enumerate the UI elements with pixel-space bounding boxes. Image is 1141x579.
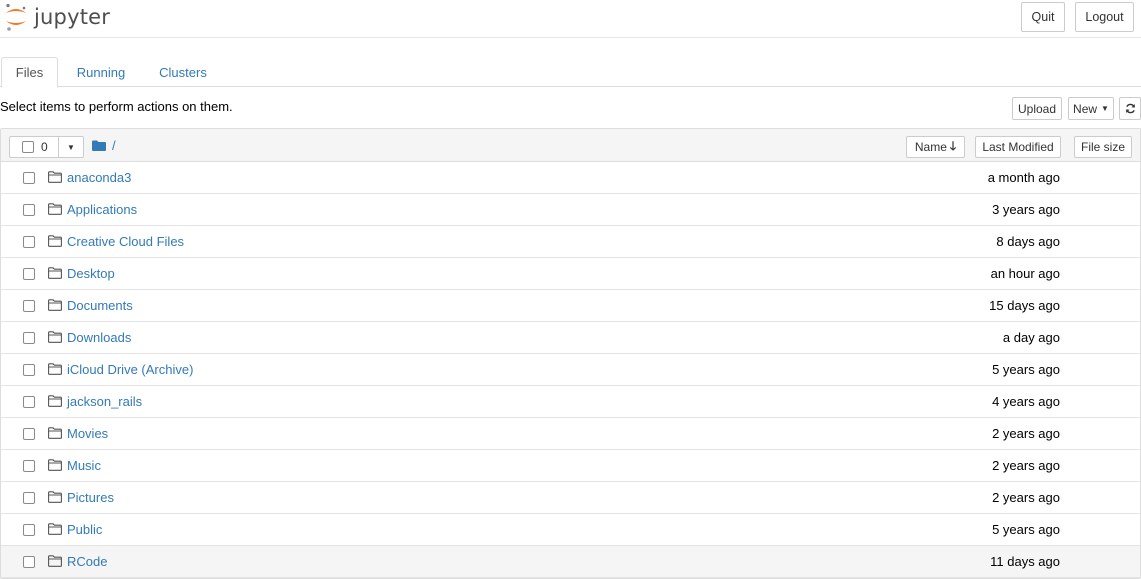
item-modified: 5 years ago <box>992 522 1060 537</box>
list-item[interactable]: jackson_rails 4 years ago <box>1 386 1140 418</box>
row-checkbox[interactable] <box>23 364 35 376</box>
item-name-link[interactable]: Music <box>67 458 101 473</box>
folder-icon <box>48 523 62 538</box>
breadcrumb-root[interactable]: / <box>112 138 116 153</box>
tab-running[interactable]: Running <box>66 57 136 87</box>
quit-button[interactable]: Quit <box>1021 2 1065 32</box>
folder-icon <box>48 299 62 314</box>
selection-hint: Select items to perform actions on them. <box>0 99 233 114</box>
folder-icon <box>48 459 62 474</box>
item-modified: 11 days ago <box>990 554 1060 569</box>
folder-icon <box>48 363 62 378</box>
item-name-link[interactable]: Pictures <box>67 490 114 505</box>
list-item[interactable]: RCode 11 days ago <box>1 546 1140 578</box>
row-checkbox[interactable] <box>23 204 35 216</box>
row-checkbox[interactable] <box>23 396 35 408</box>
item-modified: a month ago <box>987 170 1060 185</box>
item-modified: 2 years ago <box>992 426 1060 441</box>
item-name-link[interactable]: Desktop <box>67 266 115 281</box>
folder-icon <box>48 427 62 442</box>
item-name-link[interactable]: Documents <box>67 298 133 313</box>
refresh-button[interactable] <box>1119 97 1141 120</box>
select-all-checkbox[interactable] <box>22 141 34 153</box>
tab-files[interactable]: Files <box>1 57 58 88</box>
row-checkbox[interactable] <box>23 492 35 504</box>
folder-icon <box>48 395 62 410</box>
list-item[interactable]: Movies 2 years ago <box>1 418 1140 450</box>
item-modified: 4 years ago <box>992 394 1060 409</box>
row-checkbox[interactable] <box>23 268 35 280</box>
list-item[interactable]: iCloud Drive (Archive) 5 years ago <box>1 354 1140 386</box>
item-name-link[interactable]: jackson_rails <box>67 394 142 409</box>
item-modified: an hour ago <box>990 266 1060 281</box>
new-dropdown-button[interactable]: New ▼ <box>1068 97 1114 120</box>
file-list: 0 ▼ / Name 🡓 Last Modified File size ana… <box>0 128 1141 579</box>
item-name-link[interactable]: Downloads <box>67 330 131 345</box>
item-name-link[interactable]: RCode <box>67 554 107 569</box>
folder-icon <box>92 140 106 151</box>
select-all-group: 0 ▼ <box>9 136 84 158</box>
caret-down-icon: ▼ <box>1101 104 1109 113</box>
select-all-toggle[interactable]: 0 <box>10 137 59 157</box>
folder-icon <box>48 171 62 186</box>
select-menu-dropdown[interactable]: ▼ <box>59 137 83 157</box>
item-modified: 15 days ago <box>989 298 1060 313</box>
sort-name-button[interactable]: Name 🡓 <box>906 136 965 158</box>
list-item[interactable]: Music 2 years ago <box>1 450 1140 482</box>
jupyter-logo-icon <box>6 3 26 31</box>
row-checkbox[interactable] <box>23 172 35 184</box>
row-checkbox[interactable] <box>23 524 35 536</box>
item-name-link[interactable]: Applications <box>67 202 137 217</box>
row-checkbox[interactable] <box>23 300 35 312</box>
folder-icon <box>48 203 62 218</box>
folder-icon <box>48 235 62 250</box>
item-name-link[interactable]: anaconda3 <box>67 170 131 185</box>
folder-icon <box>48 491 62 506</box>
item-name-link[interactable]: Creative Cloud Files <box>67 234 184 249</box>
row-checkbox[interactable] <box>23 460 35 472</box>
tab-bar: Files Running Clusters <box>0 57 1141 88</box>
item-modified: 8 days ago <box>996 234 1060 249</box>
item-modified: 3 years ago <box>992 202 1060 217</box>
arrow-down-icon: 🡓 <box>949 138 957 153</box>
row-checkbox[interactable] <box>23 236 35 248</box>
sort-name-label: Name <box>914 140 947 154</box>
file-list-header: 0 ▼ / Name 🡓 Last Modified File size <box>1 129 1140 162</box>
sort-modified-button[interactable]: Last Modified <box>975 136 1061 158</box>
row-checkbox[interactable] <box>23 556 35 568</box>
new-label: New <box>1073 101 1098 116</box>
item-modified: 2 years ago <box>992 458 1060 473</box>
caret-down-icon: ▼ <box>67 142 75 152</box>
tab-clusters[interactable]: Clusters <box>150 57 216 87</box>
folder-icon <box>48 331 62 346</box>
upload-button[interactable]: Upload <box>1012 97 1062 120</box>
folder-icon <box>48 555 62 570</box>
logo-text: jupyter <box>34 5 111 29</box>
item-name-link[interactable]: iCloud Drive (Archive) <box>67 362 193 377</box>
list-item[interactable]: Documents 15 days ago <box>1 290 1140 322</box>
list-item[interactable]: anaconda3 a month ago <box>1 162 1140 194</box>
sort-size-button[interactable]: File size <box>1074 136 1132 158</box>
item-name-link[interactable]: Public <box>67 522 102 537</box>
list-item[interactable]: Creative Cloud Files 8 days ago <box>1 226 1140 258</box>
item-modified: 2 years ago <box>992 490 1060 505</box>
list-item[interactable]: Desktop an hour ago <box>1 258 1140 290</box>
item-name-link[interactable]: Movies <box>67 426 108 441</box>
selected-count: 0 <box>41 140 48 154</box>
list-item[interactable]: Downloads a day ago <box>1 322 1140 354</box>
jupyter-logo[interactable]: jupyter <box>4 2 110 32</box>
item-modified: a day ago <box>1002 330 1060 345</box>
breadcrumb[interactable]: / <box>92 138 116 153</box>
top-header: jupyter Quit Logout <box>0 0 1141 38</box>
row-checkbox[interactable] <box>23 332 35 344</box>
row-checkbox[interactable] <box>23 428 35 440</box>
logout-button[interactable]: Logout <box>1075 2 1134 32</box>
list-item[interactable]: Applications 3 years ago <box>1 194 1140 226</box>
list-item[interactable]: Public 5 years ago <box>1 514 1140 546</box>
folder-icon <box>48 267 62 282</box>
refresh-icon <box>1125 103 1135 114</box>
list-item[interactable]: Pictures 2 years ago <box>1 482 1140 514</box>
item-modified: 5 years ago <box>992 362 1060 377</box>
